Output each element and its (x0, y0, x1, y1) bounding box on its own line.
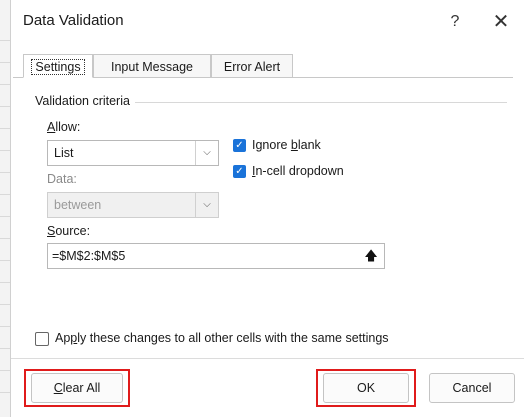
allow-value: List (54, 146, 74, 160)
cancel-button[interactable]: Cancel (429, 373, 515, 403)
tab-panel (13, 77, 513, 360)
allow-select[interactable]: List ⌵ (47, 140, 219, 166)
tab-settings-label: Settings (31, 59, 85, 75)
ignore-blank-checkbox[interactable]: ✓ (233, 139, 246, 152)
title-bar: Data Validation ? ✕ (11, 0, 524, 42)
clear-all-highlight (24, 369, 130, 407)
section-divider (135, 102, 507, 103)
tab-input-message[interactable]: Input Message (93, 54, 211, 78)
ok-highlight (316, 369, 416, 407)
help-button[interactable]: ? (443, 10, 467, 34)
in-cell-dropdown-checkbox[interactable]: ✓ (233, 165, 246, 178)
allow-label: Allow: (47, 120, 81, 134)
source-label: Source: (47, 224, 91, 238)
ignore-blank-label: Ignore blank (252, 138, 321, 152)
button-divider (11, 358, 524, 359)
collapse-dialog-icon[interactable]: 🡅 (359, 244, 383, 268)
data-validation-dialog: Data Validation ? ✕ Settings Input Messa… (10, 0, 524, 417)
source-input[interactable]: =$M$2:$M$5 (47, 243, 385, 269)
apply-all-checkbox[interactable] (35, 332, 49, 346)
in-cell-dropdown-label: In-cell dropdown (252, 164, 344, 178)
apply-all-label: Apply these changes to all other cells w… (55, 331, 389, 345)
chevron-down-icon: ⌵ (195, 193, 218, 217)
dialog-title: Data Validation (23, 12, 124, 29)
tab-error-alert[interactable]: Error Alert (211, 54, 293, 78)
chevron-down-icon: ⌵ (195, 141, 218, 165)
data-select: between ⌵ (47, 192, 219, 218)
close-button[interactable]: ✕ (487, 8, 515, 36)
section-title: Validation criteria (35, 94, 130, 108)
data-label: Data: (47, 172, 77, 186)
data-value: between (54, 198, 102, 212)
tab-settings[interactable]: Settings (23, 54, 93, 78)
